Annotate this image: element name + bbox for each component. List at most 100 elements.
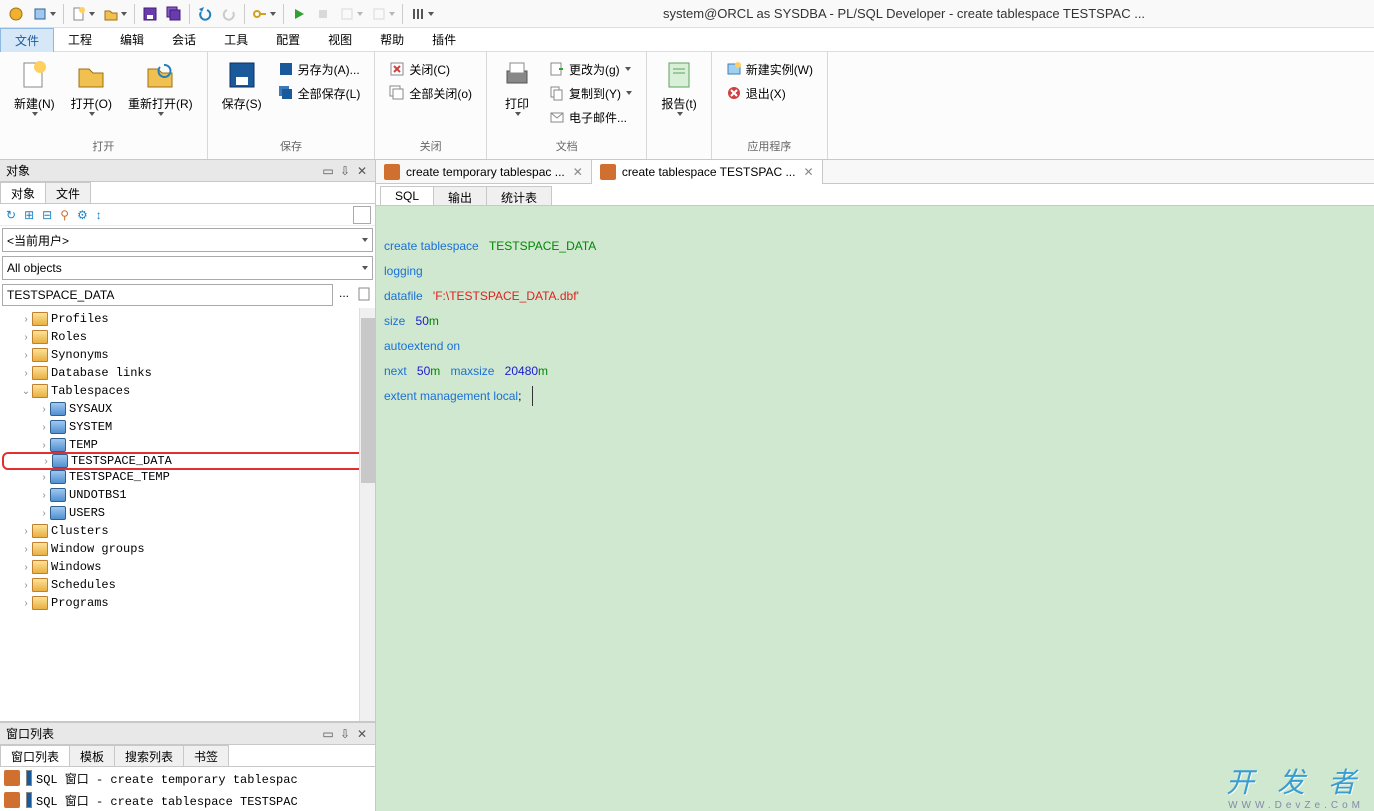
settings-icon[interactable] — [406, 3, 438, 25]
watermark-url: WWW.DevZe.CoM — [1228, 800, 1364, 811]
menu-编辑[interactable]: 编辑 — [106, 28, 158, 52]
new-icon[interactable] — [67, 3, 99, 25]
tree-item-synonyms[interactable]: ›Synonyms — [2, 346, 373, 364]
open-icon[interactable] — [99, 3, 131, 25]
windowlist-header: 窗口列表 ▭ ⇩ ✕ — [0, 723, 375, 745]
app-group-label: 应用程序 — [718, 138, 821, 156]
doc-group-label: 文档 — [493, 138, 640, 156]
pane-restore-icon[interactable]: ▭ — [321, 164, 335, 178]
wl-tab-3[interactable]: 书签 — [183, 745, 229, 766]
closeall-button[interactable]: 全部关闭(o) — [383, 81, 478, 105]
menu-工具[interactable]: 工具 — [210, 28, 262, 52]
view-icon[interactable]: ⚙ — [75, 208, 90, 222]
menu-工程[interactable]: 工程 — [54, 28, 106, 52]
text-cursor — [532, 386, 533, 406]
expand-icon[interactable]: ⊞ — [22, 208, 36, 222]
close-tab-icon[interactable]: ✕ — [803, 165, 813, 179]
tree-item-roles[interactable]: ›Roles — [2, 328, 373, 346]
undo-icon[interactable] — [193, 3, 217, 25]
filter-doc-icon[interactable] — [355, 284, 373, 306]
tree-item-sysaux[interactable]: ›SYSAUX — [2, 400, 373, 418]
menu-帮助[interactable]: 帮助 — [366, 28, 418, 52]
pane-close-icon[interactable]: ✕ — [355, 164, 369, 178]
window-list-item[interactable]: SQL 窗口 - create temporary tablespac — [0, 767, 375, 789]
tree-item-windows[interactable]: ›Windows — [2, 558, 373, 576]
db-connect-icon[interactable] — [4, 3, 28, 25]
app-title: system@ORCL as SYSDBA - PL/SQL Developer… — [438, 6, 1370, 21]
save-icon[interactable] — [138, 3, 162, 25]
new-button[interactable]: 新建(N) — [6, 55, 63, 135]
open-group-label: 打开 — [6, 138, 201, 156]
wl-tab-1[interactable]: 模板 — [69, 745, 115, 766]
tree-scrollbar[interactable] — [359, 308, 375, 721]
pane-pin-icon[interactable]: ⇩ — [338, 164, 352, 178]
menu-配置[interactable]: 配置 — [262, 28, 314, 52]
reopen-button[interactable]: 重新打开(R) — [120, 55, 201, 135]
tree-item-programs[interactable]: ›Programs — [2, 594, 373, 612]
email-button[interactable]: 电子邮件... — [543, 105, 638, 129]
tree-item-system[interactable]: ›SYSTEM — [2, 418, 373, 436]
newinstance-button[interactable]: 新建实例(W) — [720, 57, 819, 81]
tree-item-database-links[interactable]: ›Database links — [2, 364, 373, 382]
stop-icon[interactable] — [311, 3, 335, 25]
key-icon[interactable] — [248, 3, 280, 25]
commit-icon[interactable] — [335, 3, 367, 25]
rollback-icon[interactable] — [367, 3, 399, 25]
saveall-icon[interactable] — [162, 3, 186, 25]
execute-icon[interactable] — [287, 3, 311, 25]
report-button[interactable]: 报告(t) — [653, 55, 704, 135]
menu-插件[interactable]: 插件 — [418, 28, 470, 52]
copyto-button[interactable]: 复制到(Y) — [543, 81, 638, 105]
filter-more-icon[interactable]: ... — [335, 284, 353, 306]
menu-文件[interactable]: 文件 — [0, 28, 54, 52]
wl-restore-icon[interactable]: ▭ — [321, 727, 335, 741]
tree-item-schedules[interactable]: ›Schedules — [2, 576, 373, 594]
tree-item-window-groups[interactable]: ›Window groups — [2, 540, 373, 558]
editor-panel: create temporary tablespac ...✕create ta… — [376, 160, 1374, 811]
collapse-icon[interactable]: ⊟ — [40, 208, 54, 222]
window-list-item[interactable]: SQL 窗口 - create tablespace TESTSPAC — [0, 789, 375, 811]
subtab-统计表[interactable]: 统计表 — [486, 186, 552, 205]
redo-icon[interactable] — [217, 3, 241, 25]
tree-item-undotbs1[interactable]: ›UNDOTBS1 — [2, 486, 373, 504]
user-combo[interactable]: <当前用户> — [2, 228, 373, 252]
close-button[interactable]: 关闭(C) — [383, 57, 478, 81]
sort-icon[interactable]: ↕ — [94, 208, 104, 222]
tree-item-tablespaces[interactable]: ⌄Tablespaces — [2, 382, 373, 400]
tab-files[interactable]: 文件 — [45, 182, 91, 203]
changeto-button[interactable]: 更改为(g) — [543, 57, 638, 81]
db-session-icon[interactable] — [28, 3, 60, 25]
subtab-输出[interactable]: 输出 — [433, 186, 487, 205]
editor-subtabs: SQL输出统计表 — [376, 184, 1374, 206]
sql-editor[interactable]: create tablespace TESTSPACE_DATA logging… — [376, 206, 1374, 811]
open-button[interactable]: 打开(O) — [63, 55, 120, 135]
close-tab-icon[interactable]: ✕ — [573, 165, 583, 179]
editor-tab[interactable]: create temporary tablespac ...✕ — [376, 160, 592, 184]
wl-close-icon[interactable]: ✕ — [355, 727, 369, 741]
tab-objects[interactable]: 对象 — [0, 182, 46, 203]
menu-会话[interactable]: 会话 — [158, 28, 210, 52]
saveas-button[interactable]: 另存为(A)... — [272, 57, 367, 81]
wl-tab-2[interactable]: 搜索列表 — [114, 745, 184, 766]
menu-视图[interactable]: 视图 — [314, 28, 366, 52]
refresh-icon[interactable]: ↻ — [4, 208, 18, 222]
tree-item-profiles[interactable]: ›Profiles — [2, 310, 373, 328]
saveall-button[interactable]: 全部保存(L) — [272, 81, 367, 105]
tree-item-testspace_temp[interactable]: ›TESTSPACE_TEMP — [2, 468, 373, 486]
filter-input[interactable] — [2, 284, 333, 306]
quick-access-toolbar: system@ORCL as SYSDBA - PL/SQL Developer… — [0, 0, 1374, 28]
print-button[interactable]: 打印 — [493, 55, 541, 135]
editor-tab[interactable]: create tablespace TESTSPAC ...✕ — [592, 160, 823, 184]
tree-item-users[interactable]: ›USERS — [2, 504, 373, 522]
toolbar-square[interactable] — [353, 206, 371, 224]
save-button[interactable]: 保存(S) — [214, 55, 270, 135]
exit-button[interactable]: 退出(X) — [720, 81, 819, 105]
save-group-label: 保存 — [214, 138, 369, 156]
object-tree[interactable]: ›Profiles›Roles›Synonyms›Database links⌄… — [0, 308, 375, 722]
tree-item-clusters[interactable]: ›Clusters — [2, 522, 373, 540]
filter-icon[interactable]: ⚲ — [58, 208, 71, 222]
subtab-SQL[interactable]: SQL — [380, 186, 434, 205]
wl-tab-0[interactable]: 窗口列表 — [0, 745, 70, 766]
filter-combo[interactable]: All objects — [2, 256, 373, 280]
wl-pin-icon[interactable]: ⇩ — [338, 727, 352, 741]
